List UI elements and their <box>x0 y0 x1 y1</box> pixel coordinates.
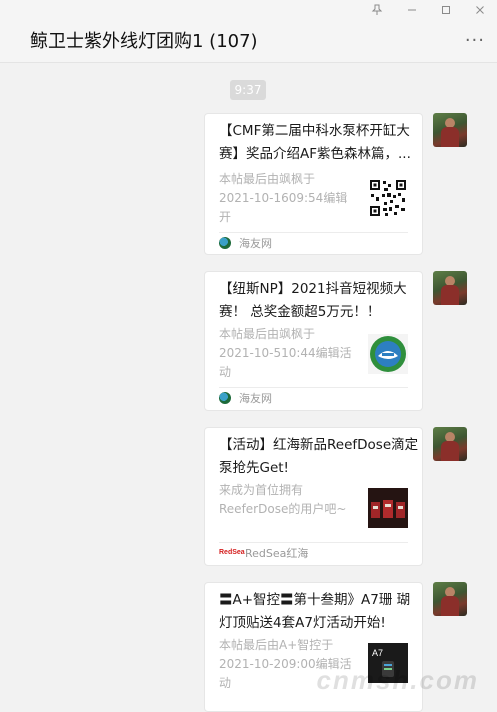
close-icon[interactable] <box>470 3 490 21</box>
qr-code-graphic <box>370 180 406 216</box>
chat-title: 鲸卫士紫外线灯团购1 (107) <box>30 31 258 52</box>
card-title: 〓A+智控〓第十叁期》A7珊 瑚灯顶贴送4套A7灯活动开始! <box>219 592 411 631</box>
avatar-body <box>441 441 459 461</box>
close-glyph <box>476 6 484 14</box>
card-description: 本帖最后由飒枫于 2021-10-1609:54编辑开 缸大赛参与奖解答-紫色.… <box>219 172 348 224</box>
chat-message-area[interactable]: 9:37 【CMF第二届中科水泵杯开缸大赛】奖品介绍AF紫色森林篇，... 本帖… <box>0 63 497 712</box>
product-photo-icon <box>368 488 408 528</box>
qr-code-icon <box>368 178 408 218</box>
avatar-body <box>441 127 459 147</box>
link-card-cmf[interactable]: 【CMF第二届中科水泵杯开缸大赛】奖品介绍AF紫色森林篇，... 本帖最后由飒枫… <box>204 113 423 255</box>
a7-label: A7 <box>372 648 383 658</box>
avatar-body <box>441 285 459 305</box>
source-label: 海友网 <box>239 237 272 250</box>
card-description: 本帖最后由A+智控于 2021-10-209:00编辑活动 时间：2021年10… <box>219 638 352 690</box>
avatar[interactable] <box>433 582 467 616</box>
avatar[interactable] <box>433 113 467 147</box>
card-title: 【纽斯NP】2021抖音短视频大赛！ 总奖金额超5万元！！ <box>219 281 407 320</box>
minimize-icon[interactable] <box>402 3 422 21</box>
lamp-product-graphic: A7 <box>368 643 408 683</box>
avatar[interactable] <box>433 271 467 305</box>
pin-icon[interactable] <box>367 3 387 21</box>
card-divider <box>219 232 408 233</box>
maximize-icon[interactable] <box>436 3 456 21</box>
product-photo-graphic <box>368 488 408 528</box>
globe-icon <box>219 392 231 404</box>
card-source: RedSea RedSea红海 <box>219 544 308 562</box>
redsea-logo-icon: RedSea <box>219 549 245 556</box>
source-label: RedSea红海 <box>245 547 309 560</box>
globe-icon <box>219 237 231 249</box>
card-divider <box>219 387 408 388</box>
badge-logo-icon <box>368 334 408 374</box>
avatar[interactable] <box>433 427 467 461</box>
card-title: 【CMF第二届中科水泵杯开缸大赛】奖品介绍AF紫色森林篇，... <box>219 123 411 162</box>
link-card-a7[interactable]: 〓A+智控〓第十叁期》A7珊 瑚灯顶贴送4套A7灯活动开始! 本帖最后由A+智控… <box>204 582 423 712</box>
card-description: 来成为首位拥有 ReeferDose的用户吧~ <box>219 483 347 516</box>
badge-logo-graphic <box>370 336 406 372</box>
card-source: 海友网 <box>219 234 272 252</box>
link-card-np[interactable]: 【纽斯NP】2021抖音短视频大赛！ 总奖金额超5万元！！ 本帖最后由飒枫于 2… <box>204 271 423 411</box>
card-divider <box>219 542 408 543</box>
minimize-glyph <box>408 9 416 11</box>
maximize-glyph <box>442 6 450 14</box>
card-title: 【活动】红海新品ReefDose滴定泵抢先Get! <box>219 437 419 476</box>
more-options-button[interactable]: ··· <box>465 30 485 51</box>
card-source: 海友网 <box>219 389 272 407</box>
lamp-product-icon: A7 <box>368 643 408 683</box>
link-card-redsea[interactable]: 【活动】红海新品ReefDose滴定泵抢先Get! 来成为首位拥有 Reefer… <box>204 427 423 566</box>
pin-glyph <box>371 4 383 15</box>
source-label: 海友网 <box>239 392 272 405</box>
card-description: 本帖最后由飒枫于 2021-10-510:44编辑活动 时间：2021年9月27… <box>219 327 352 379</box>
avatar-body <box>441 596 459 616</box>
message-timestamp: 9:37 <box>230 80 266 100</box>
title-bar: 鲸卫士紫外线灯团购1 (107) ··· <box>0 0 497 63</box>
